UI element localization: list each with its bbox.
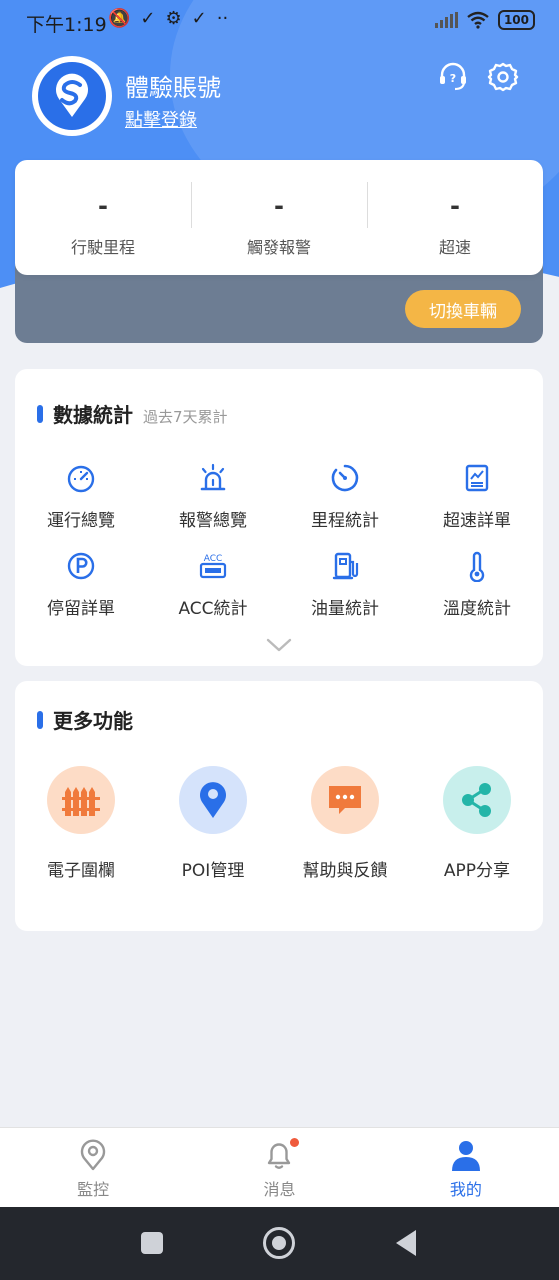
grid-item-label: 溫度統計 xyxy=(443,599,511,619)
function-label: 電子圍欄 xyxy=(47,861,115,881)
section-header: 數據統計 過去7天累計 xyxy=(37,399,228,428)
section-title: 更多功能 xyxy=(53,709,133,733)
alarm-light-icon xyxy=(200,463,226,491)
grid-item-label: 停留詳單 xyxy=(47,599,115,619)
grid-item-label: 報警總覽 xyxy=(179,511,247,531)
grid-item-parking[interactable]: 停留詳單 xyxy=(15,550,147,638)
section-title: 數據統計 xyxy=(53,403,133,427)
check-icon: ✓ xyxy=(140,8,156,29)
function-icon-bg xyxy=(179,766,247,834)
grid-item-label: 里程統計 xyxy=(311,511,379,531)
wifi-icon xyxy=(467,11,489,29)
fence-icon xyxy=(62,787,100,816)
grid-item-mileage[interactable]: 里程統計 xyxy=(279,462,411,550)
grid-item-label: ACC統計 xyxy=(178,599,248,619)
acc-icon: ACC xyxy=(199,554,227,579)
home-button[interactable] xyxy=(263,1227,295,1259)
check-icon: ✓ xyxy=(191,8,207,29)
app-logo-icon xyxy=(38,62,106,130)
status-notification-icons: 🔕 ✓ ⚙ ✓ ·· xyxy=(108,8,228,29)
bottom-tab-bar: 監控 消息 我的 xyxy=(0,1127,559,1207)
switch-vehicle-button[interactable]: 切換車輛 xyxy=(405,290,521,328)
battery-indicator: 100 xyxy=(497,10,535,30)
function-label: POI管理 xyxy=(181,861,245,881)
settings-icon[interactable] xyxy=(486,60,520,94)
status-right: 100 xyxy=(434,10,535,30)
avatar[interactable] xyxy=(32,56,112,136)
customer-service-icon[interactable]: ? xyxy=(436,60,470,94)
grid-item-fuel[interactable]: 油量統計 xyxy=(279,550,411,638)
status-time: 下午1:19 xyxy=(26,14,107,36)
stat-overspeed[interactable]: - 超速 xyxy=(367,160,543,275)
stat-alarms[interactable]: - 觸發報警 xyxy=(191,160,367,275)
section-subtitle: 過去7天累計 xyxy=(143,408,228,426)
grid-item-label: 運行總覽 xyxy=(47,511,115,531)
grid-item-alarm-overview[interactable]: 報警總覽 xyxy=(147,462,279,550)
stat-value: - xyxy=(98,192,108,220)
back-button[interactable] xyxy=(396,1230,416,1256)
tab-messages[interactable]: 消息 xyxy=(186,1128,372,1207)
stat-label: 超速 xyxy=(438,238,471,257)
more-dots-icon: ·· xyxy=(216,8,229,29)
function-icon-bg xyxy=(47,766,115,834)
grid-item-overspeed[interactable]: 超速詳單 xyxy=(411,462,543,550)
tab-label: 監控 xyxy=(77,1180,110,1199)
more-functions-section: 更多功能 電子圍欄 POI管理 幫助與反饋 APP分享 xyxy=(15,681,543,931)
function-app-share[interactable]: APP分享 xyxy=(411,766,543,916)
function-label: 幫助與反饋 xyxy=(302,861,388,881)
person-icon xyxy=(451,1141,480,1171)
parking-icon xyxy=(67,552,95,580)
acc-icon-text: ACC xyxy=(204,554,223,564)
more-functions-grid: 電子圍欄 POI管理 幫助與反饋 APP分享 xyxy=(15,766,543,916)
grid-item-overview[interactable]: 運行總覽 xyxy=(15,462,147,550)
section-header: 更多功能 xyxy=(37,705,133,734)
stat-value: - xyxy=(450,192,460,220)
recents-button[interactable] xyxy=(141,1232,163,1254)
login-link[interactable]: 點擊登錄 xyxy=(125,106,197,132)
grid-item-acc[interactable]: ACC ACC統計 xyxy=(147,550,279,638)
function-help-feedback[interactable]: 幫助與反饋 xyxy=(279,766,411,916)
grid-item-temperature[interactable]: 溫度統計 xyxy=(411,550,543,638)
system-navigation-bar xyxy=(0,1207,559,1280)
grid-item-label: 超速詳單 xyxy=(443,511,511,531)
tab-monitor[interactable]: 監控 xyxy=(0,1128,186,1207)
share-icon xyxy=(462,783,491,817)
summary-stats-card: - 行駛里程 - 觸發報警 - 超速 xyxy=(15,160,543,275)
tab-label: 我的 xyxy=(449,1180,482,1199)
chevron-down-icon[interactable] xyxy=(266,637,292,653)
signal-icon xyxy=(434,12,458,28)
speedometer-icon xyxy=(67,465,95,493)
function-poi[interactable]: POI管理 xyxy=(147,766,279,916)
chat-bubble-icon xyxy=(329,786,361,814)
odometer-icon xyxy=(331,464,359,492)
speed-report-icon xyxy=(465,464,489,492)
fuel-pump-icon xyxy=(332,552,359,580)
status-bar: 下午1:19 🔕 ✓ ⚙ ✓ ·· 100 xyxy=(0,0,559,42)
stats-grid: 運行總覽 報警總覽 里程統計 超速詳單 停留詳單 ACC ACC統計 油量統計 … xyxy=(15,462,543,638)
stat-label: 觸發報警 xyxy=(246,238,311,257)
location-pin-icon xyxy=(200,782,226,818)
data-stats-section: 數據統計 過去7天累計 運行總覽 報警總覽 里程統計 超速詳單 停留詳單 ACC… xyxy=(15,369,543,666)
location-pin-icon xyxy=(81,1139,106,1171)
grid-item-label: 油量統計 xyxy=(311,599,379,619)
section-marker xyxy=(37,404,43,423)
unread-badge xyxy=(290,1138,299,1147)
stat-mileage[interactable]: - 行駛里程 xyxy=(15,160,191,275)
gear-icon: ⚙ xyxy=(165,8,182,29)
stat-label: 行駛里程 xyxy=(70,238,135,257)
stat-value: - xyxy=(274,192,284,220)
tab-mine[interactable]: 我的 xyxy=(373,1128,559,1207)
function-icon-bg xyxy=(311,766,379,834)
function-label: APP分享 xyxy=(443,861,511,881)
thermometer-icon xyxy=(469,551,485,582)
section-marker xyxy=(37,710,43,729)
function-fence[interactable]: 電子圍欄 xyxy=(15,766,147,916)
tab-label: 消息 xyxy=(263,1180,296,1199)
function-icon-bg xyxy=(443,766,511,834)
svg-text:?: ? xyxy=(450,72,456,85)
mute-icon: 🔕 xyxy=(108,8,131,29)
user-name: 體驗賬號 xyxy=(125,74,221,102)
